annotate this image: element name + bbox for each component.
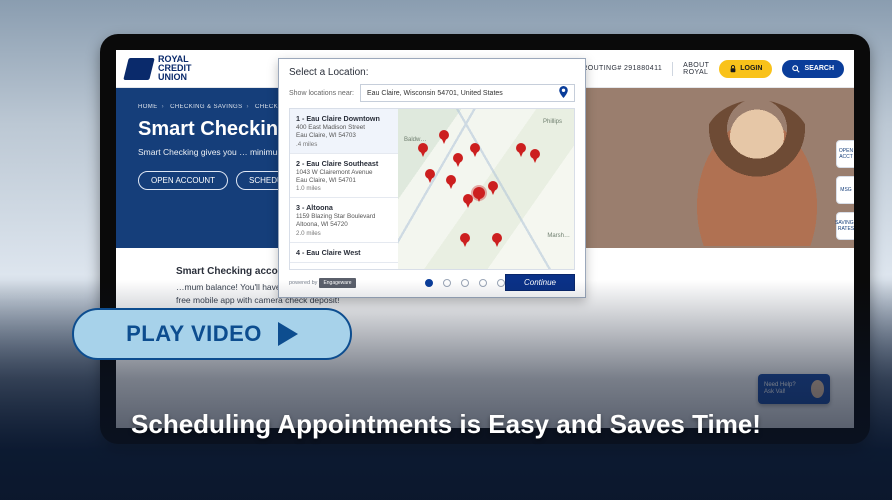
brand-mark-icon	[123, 58, 154, 80]
video-caption: Scheduling Appointments is Easy and Save…	[0, 409, 892, 440]
login-button[interactable]: LOGIN	[719, 60, 772, 78]
locations-map[interactable]: Phillips Marsh… Baldw…	[398, 109, 574, 269]
location-search-value: Eau Claire, Wisconsin 54701, United Stat…	[367, 90, 503, 97]
location-address: 400 East Madison StreetEau Claire, WI 54…	[296, 124, 392, 140]
routing-number: ROUTING# 291880411	[582, 65, 662, 72]
about-royal-link[interactable]: ABOUTROYAL	[683, 62, 709, 76]
side-tab-message[interactable]: MSG	[836, 176, 854, 204]
location-distance: 1.0 miles	[296, 185, 392, 192]
map-pin-icon[interactable]	[425, 169, 435, 183]
hero-person-image	[678, 94, 836, 246]
location-address: 1159 Blazing Star BoulevardAltoona, WI 5…	[296, 213, 392, 229]
help-widget[interactable]: Need Help? Ask Val!	[758, 374, 830, 404]
map-city-label: Marsh…	[547, 233, 570, 239]
search-label: SEARCH	[804, 65, 834, 72]
play-video-label: PLAY VIDEO	[126, 321, 262, 347]
map-pin-selected-icon[interactable]	[474, 188, 484, 202]
map-pin-icon[interactable]	[463, 194, 473, 208]
play-icon	[278, 322, 298, 346]
help-text: Need Help? Ask Val!	[764, 382, 805, 395]
near-label: Show locations near:	[289, 90, 354, 97]
play-video-button[interactable]: PLAY VIDEO	[72, 308, 352, 360]
continue-button[interactable]: Continue	[505, 274, 575, 291]
open-account-button[interactable]: OPEN ACCOUNT	[138, 171, 228, 190]
map-pin-icon[interactable]	[446, 175, 456, 189]
brand-line3: UNION	[158, 73, 192, 82]
login-label: LOGIN	[740, 65, 762, 72]
side-quick-tabs: OPEN ACCT MSG SAVINGS RATES	[836, 140, 854, 240]
step-indicator	[425, 279, 505, 287]
powered-by: powered by Engageware	[289, 278, 356, 288]
avatar	[811, 380, 824, 398]
step-dot[interactable]	[461, 279, 469, 287]
map-city-label: Phillips	[543, 119, 562, 125]
step-dot[interactable]	[443, 279, 451, 287]
step-dot[interactable]	[497, 279, 505, 287]
location-item[interactable]: 4 - Eau Claire West	[290, 243, 398, 263]
step-dot[interactable]	[479, 279, 487, 287]
lock-icon	[729, 65, 737, 73]
location-name: 1 - Eau Claire Downtown	[296, 114, 392, 123]
map-pin-icon[interactable]	[418, 143, 428, 157]
search-button[interactable]: SEARCH	[782, 60, 844, 78]
map-pin-icon[interactable]	[492, 233, 502, 247]
video-thumbnail: ROYAL CREDIT UNION SCHEDULE APPOINTMENT …	[0, 0, 892, 500]
location-item[interactable]: 2 - Eau Claire Southeast 1043 W Clairemo…	[290, 154, 398, 199]
step-dot[interactable]	[425, 279, 433, 287]
search-icon	[792, 65, 800, 73]
location-item[interactable]: 3 - Altoona 1159 Blazing Star BoulevardA…	[290, 198, 398, 243]
location-name: 4 - Eau Claire West	[296, 248, 392, 257]
map-pin-icon[interactable]	[516, 143, 526, 157]
map-pin-icon[interactable]	[530, 149, 540, 163]
map-pin-icon[interactable]	[559, 86, 568, 100]
browser-screen: ROYAL CREDIT UNION SCHEDULE APPOINTMENT …	[116, 50, 854, 428]
side-tab-open-account[interactable]: OPEN ACCT	[836, 140, 854, 168]
location-search-input[interactable]: Eau Claire, Wisconsin 54701, United Stat…	[360, 84, 575, 102]
location-item[interactable]: 1 - Eau Claire Downtown 400 East Madison…	[290, 109, 398, 154]
side-tab-rates[interactable]: SAVINGS RATES	[836, 212, 854, 240]
powered-brand: Engageware	[319, 278, 355, 288]
map-pin-icon[interactable]	[439, 130, 449, 144]
brand-wordmark: ROYAL CREDIT UNION	[158, 55, 192, 82]
location-address: 1043 W Clairemont AvenueEau Claire, WI 5…	[296, 169, 392, 185]
breadcrumb-item[interactable]: CHECKING & SAVINGS	[170, 104, 242, 110]
location-name: 3 - Altoona	[296, 203, 392, 212]
map-pin-icon[interactable]	[453, 153, 463, 167]
brand-logo[interactable]: ROYAL CREDIT UNION	[126, 55, 192, 82]
breadcrumb-item[interactable]: HOME	[138, 104, 158, 110]
location-list[interactable]: 1 - Eau Claire Downtown 400 East Madison…	[290, 109, 398, 269]
map-pin-icon[interactable]	[470, 143, 480, 157]
location-distance: .4 miles	[296, 141, 392, 148]
divider	[672, 62, 673, 76]
location-name: 2 - Eau Claire Southeast	[296, 159, 392, 168]
location-modal: Select a Location: Show locations near: …	[278, 58, 586, 298]
modal-title: Select a Location:	[279, 59, 585, 84]
map-pin-icon[interactable]	[488, 181, 498, 195]
monitor-frame: ROYAL CREDIT UNION SCHEDULE APPOINTMENT …	[100, 34, 870, 444]
map-pin-icon[interactable]	[460, 233, 470, 247]
location-distance: 2.0 miles	[296, 230, 392, 237]
